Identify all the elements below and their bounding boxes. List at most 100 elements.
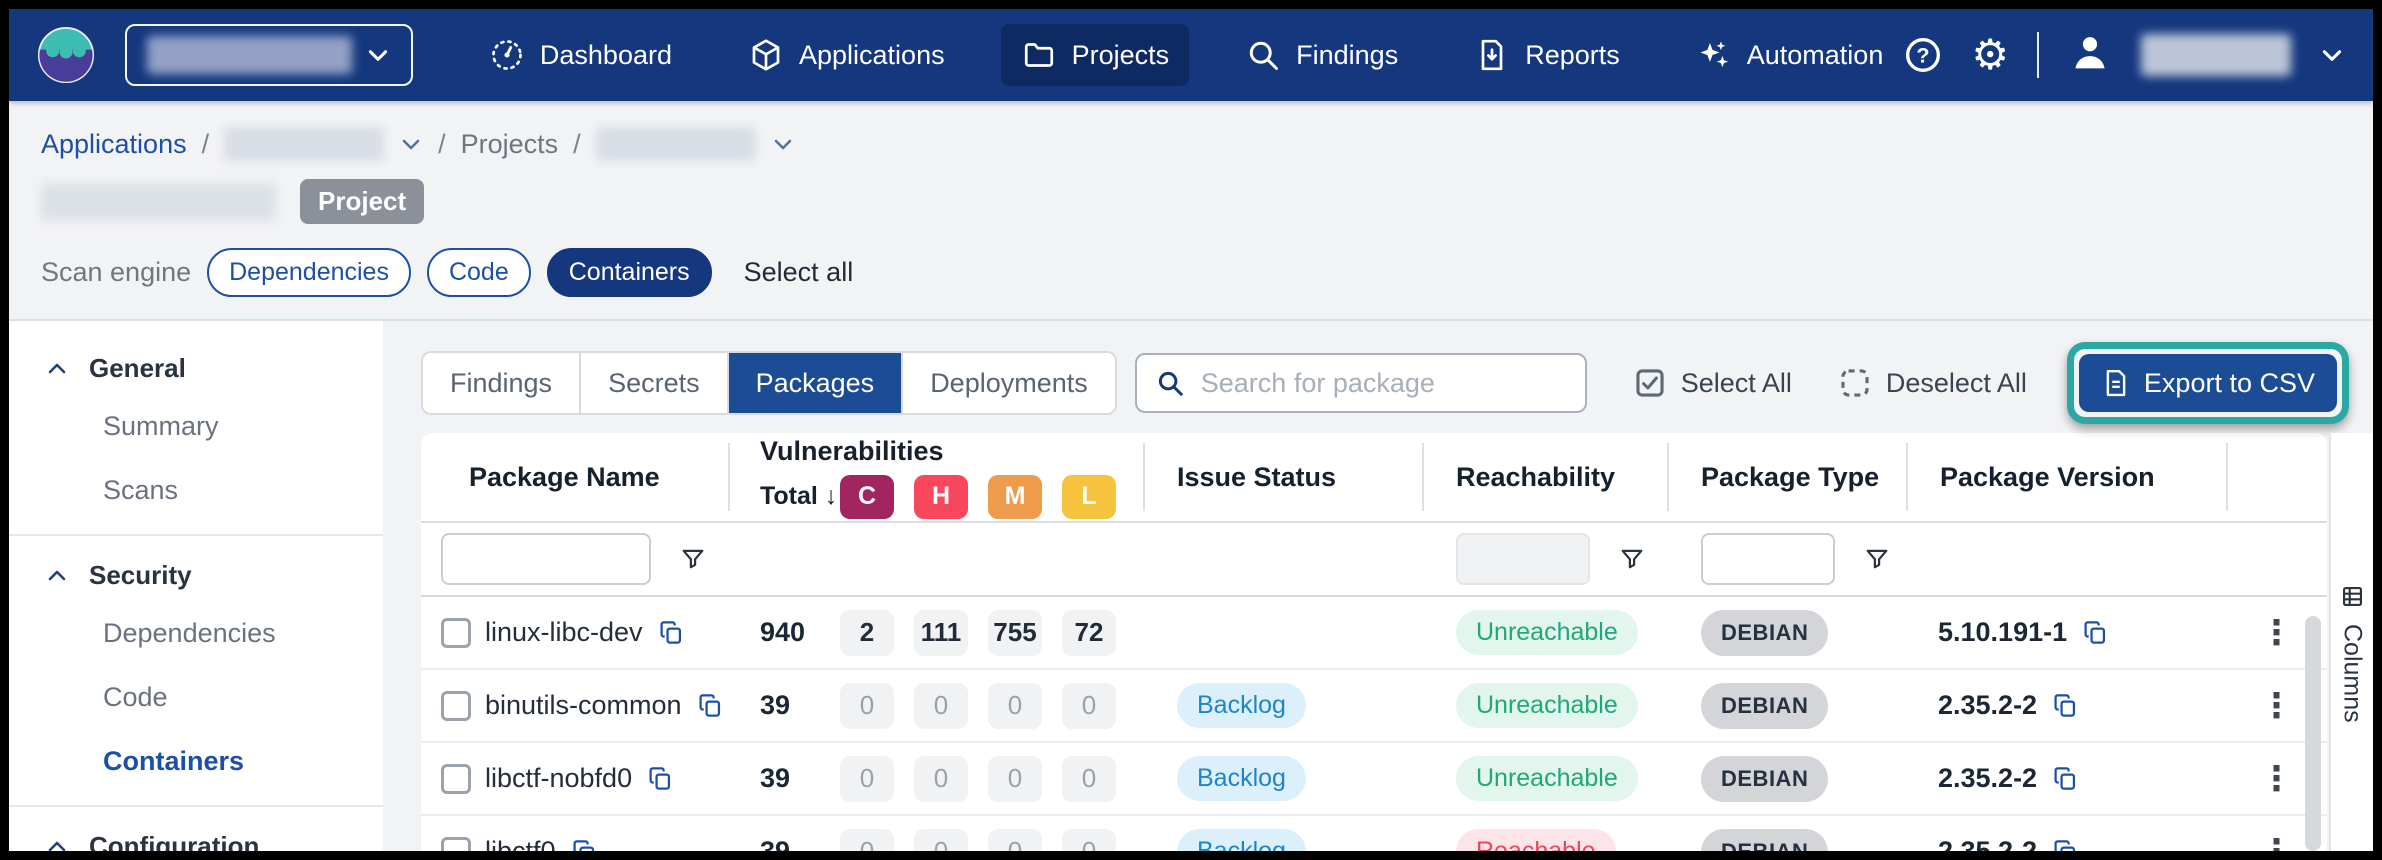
vuln-high-count: 0: [914, 829, 968, 860]
issue-status-pill: Backlog: [1177, 683, 1306, 728]
nav-item-dashboard[interactable]: Dashboard: [469, 24, 692, 86]
copy-icon[interactable]: [2052, 765, 2079, 792]
nav-item-reports[interactable]: Reports: [1454, 24, 1640, 86]
vuln-medium-count: 0: [988, 829, 1042, 860]
chevron-down-icon[interactable]: [399, 132, 423, 156]
chevron-down-icon[interactable]: [2319, 42, 2345, 68]
row-actions-menu[interactable]: ⋮: [2260, 689, 2294, 723]
row-checkbox[interactable]: [441, 764, 471, 794]
breadcrumb-projects-label: Projects: [461, 129, 559, 160]
filter-package-type: [1667, 533, 1906, 585]
columns-rail: Columns: [2329, 433, 2373, 851]
vulnerabilities-subheader: Total ↓ C H M L: [760, 475, 1136, 519]
help-icon[interactable]: ?: [1903, 35, 1943, 75]
copy-icon[interactable]: [658, 619, 685, 646]
package-type-filter-input[interactable]: [1701, 533, 1835, 585]
vuln-low-count: 72: [1062, 610, 1116, 656]
nav-item-applications[interactable]: Applications: [728, 24, 965, 86]
deselect-all-button[interactable]: Deselect All: [1838, 366, 2027, 400]
copy-icon[interactable]: [2082, 619, 2109, 646]
scan-chip-dependencies[interactable]: Dependencies: [207, 248, 411, 297]
col-header-package-type: Package Type: [1667, 433, 1906, 521]
scan-chip-code[interactable]: Code: [427, 248, 531, 297]
tab-packages[interactable]: Packages: [729, 353, 904, 413]
columns-button[interactable]: Columns: [2331, 433, 2373, 723]
vuln-low-count: 0: [1062, 829, 1116, 860]
row-checkbox[interactable]: [441, 837, 471, 860]
copy-icon[interactable]: [571, 838, 598, 860]
vuln-critical-count: 2: [840, 610, 894, 656]
chevron-down-icon[interactable]: [771, 132, 795, 156]
nav-label: Reports: [1525, 40, 1620, 71]
packages-table: Package Name Vulnerabilities Total ↓ C H…: [421, 433, 2327, 860]
filter-funnel-icon[interactable]: [1863, 545, 1891, 573]
sidebar-item-code[interactable]: Code: [9, 665, 383, 729]
col-header-issue-status: Issue Status: [1143, 433, 1422, 521]
nav-item-findings[interactable]: Findings: [1225, 24, 1418, 86]
tab-secrets[interactable]: Secrets: [581, 353, 729, 413]
redacted-project-title: [41, 183, 276, 221]
package-search[interactable]: [1135, 353, 1587, 413]
filter-funnel-icon[interactable]: [679, 545, 707, 573]
sidebar-item-dependencies[interactable]: Dependencies: [9, 601, 383, 665]
content-area: General Summary Scans Security Dependenc…: [9, 319, 2373, 851]
sidebar-section-header-security[interactable]: Security: [9, 550, 383, 601]
org-selector[interactable]: [125, 24, 413, 86]
package-name-filter-input[interactable]: [441, 533, 651, 585]
vuln-low-count: 0: [1062, 756, 1116, 802]
row-actions-menu[interactable]: ⋮: [2260, 762, 2294, 796]
redacted-org-name: [147, 36, 352, 74]
nav-item-projects[interactable]: Projects: [1001, 24, 1190, 86]
breadcrumb-applications-link[interactable]: Applications: [41, 129, 187, 160]
search-input[interactable]: [1201, 368, 1567, 399]
package-name: binutils-common: [485, 690, 682, 721]
reachability-filter-input[interactable]: [1456, 533, 1590, 585]
table-row: binutils-common 390000 Backlog Unreachab…: [421, 670, 2327, 743]
sidebar-item-scans[interactable]: Scans: [9, 458, 383, 522]
vuln-critical-count: 0: [840, 756, 894, 802]
nav-item-automation[interactable]: Automation: [1676, 24, 1904, 86]
copy-icon[interactable]: [647, 765, 674, 792]
breadcrumb-separator: /: [573, 129, 581, 160]
row-checkbox[interactable]: [441, 618, 471, 648]
vertical-scrollbar-thumb[interactable]: [2305, 616, 2321, 851]
breadcrumb-separator: /: [438, 129, 446, 160]
top-nav: Dashboard Applications Projects Findings…: [9, 9, 2373, 101]
export-to-csv-button[interactable]: Export to CSV: [2079, 354, 2337, 412]
copy-icon[interactable]: [2052, 838, 2079, 860]
sidebar-section-header-general[interactable]: General: [9, 343, 383, 394]
sparkles-icon: [1696, 37, 1732, 73]
tab-findings[interactable]: Findings: [423, 353, 581, 413]
col-header-package-version: Package Version: [1906, 433, 2226, 521]
row-checkbox[interactable]: [441, 691, 471, 721]
tab-deployments[interactable]: Deployments: [903, 353, 1115, 413]
section-title: Security: [89, 560, 192, 591]
copy-icon[interactable]: [2052, 692, 2079, 719]
row-actions-menu[interactable]: ⋮: [2260, 835, 2294, 860]
total-sort-control[interactable]: Total ↓: [760, 482, 840, 511]
chevron-down-icon: [365, 42, 391, 68]
nav-label: Dashboard: [540, 40, 672, 71]
folder-icon: [1021, 37, 1057, 73]
filter-package-name: [421, 533, 728, 585]
reachability-pill: Unreachable: [1456, 610, 1638, 655]
package-name: libctf0: [485, 836, 556, 860]
col-header-vulnerabilities: Vulnerabilities Total ↓ C H M L: [728, 433, 1143, 521]
sidebar-section-header-configuration[interactable]: Configuration: [9, 821, 383, 860]
filter-funnel-icon[interactable]: [1618, 545, 1646, 573]
severity-high-badge: H: [914, 475, 968, 519]
mend-logo[interactable]: [37, 26, 95, 84]
scan-chip-containers[interactable]: Containers: [547, 248, 712, 297]
sidebar-item-containers[interactable]: Containers: [9, 729, 383, 793]
settings-gear-icon[interactable]: ⚙: [1971, 34, 2009, 76]
select-all-button[interactable]: Select All: [1633, 366, 1792, 400]
copy-icon[interactable]: [697, 692, 724, 719]
sort-desc-icon: ↓: [825, 482, 838, 511]
table-row: libctf0 390000 Backlog Reachable DEBIAN …: [421, 816, 2327, 860]
package-version: 5.10.191-1: [1938, 617, 2067, 648]
sidebar-item-summary[interactable]: Summary: [9, 394, 383, 458]
user-avatar[interactable]: [2067, 30, 2113, 81]
scan-select-all[interactable]: Select all: [744, 257, 854, 288]
row-actions-menu[interactable]: ⋮: [2260, 616, 2294, 650]
page-title-row: Project: [41, 179, 2373, 224]
